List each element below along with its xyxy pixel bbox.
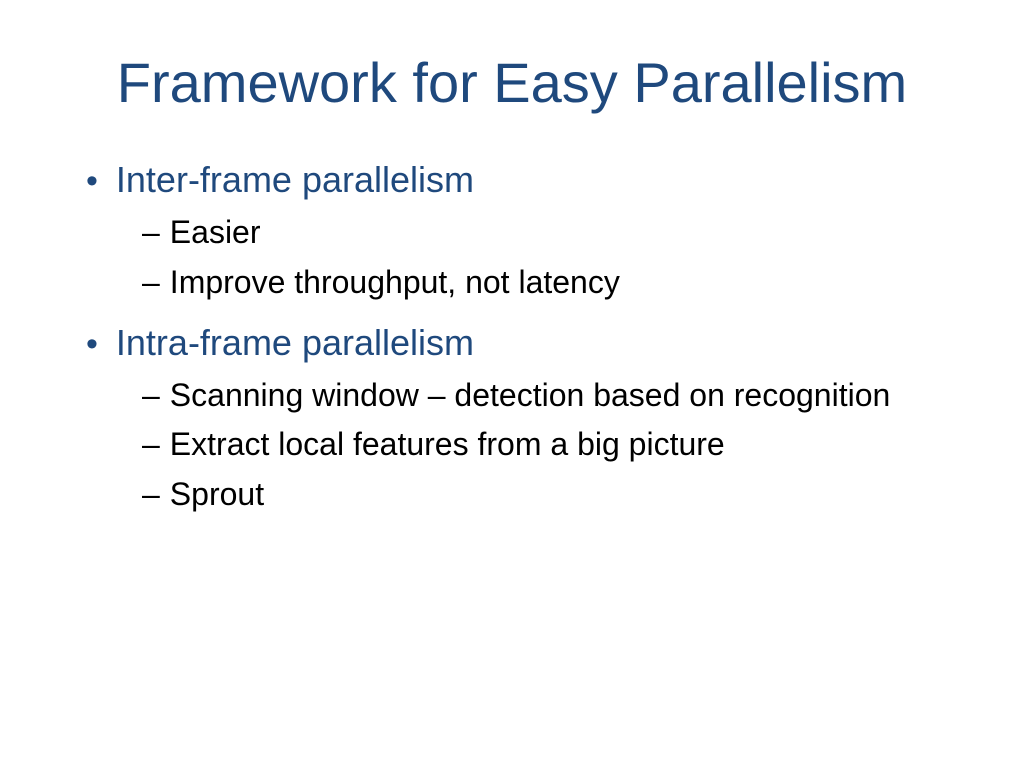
sub-list-item: – Scanning window – detection based on r…: [142, 374, 924, 417]
sub-list-item-label: Easier: [170, 211, 261, 254]
dash-icon: –: [142, 423, 160, 466]
slide: Framework for Easy Parallelism • Inter-f…: [0, 0, 1024, 768]
dash-icon: –: [142, 261, 160, 304]
sub-list-item-label: Scanning window – detection based on rec…: [170, 374, 891, 417]
sub-list-item: – Improve throughput, not latency: [142, 261, 924, 304]
list-item-label: Inter-frame parallelism: [116, 155, 474, 205]
dash-icon: –: [142, 473, 160, 516]
sub-list-item-label: Improve throughput, not latency: [170, 261, 620, 304]
slide-title: Framework for Easy Parallelism: [60, 50, 964, 115]
list-item: • Inter-frame parallelism – Easier – Imp…: [86, 155, 924, 304]
dash-icon: –: [142, 211, 160, 254]
list-item: • Intra-frame parallelism – Scanning win…: [86, 318, 924, 516]
list-item-label: Intra-frame parallelism: [116, 318, 474, 368]
bullet-icon: •: [86, 324, 98, 365]
sub-list: – Easier – Improve throughput, not laten…: [86, 211, 924, 303]
sub-list-item: – Easier: [142, 211, 924, 254]
sub-list-item: – Extract local features from a big pict…: [142, 423, 924, 466]
dash-icon: –: [142, 374, 160, 417]
bullet-icon: •: [86, 161, 98, 202]
sub-list: – Scanning window – detection based on r…: [86, 374, 924, 516]
bullet-list: • Inter-frame parallelism – Easier – Imp…: [60, 155, 964, 516]
sub-list-item-label: Sprout: [170, 473, 264, 516]
sub-list-item: – Sprout: [142, 473, 924, 516]
sub-list-item-label: Extract local features from a big pictur…: [170, 423, 725, 466]
